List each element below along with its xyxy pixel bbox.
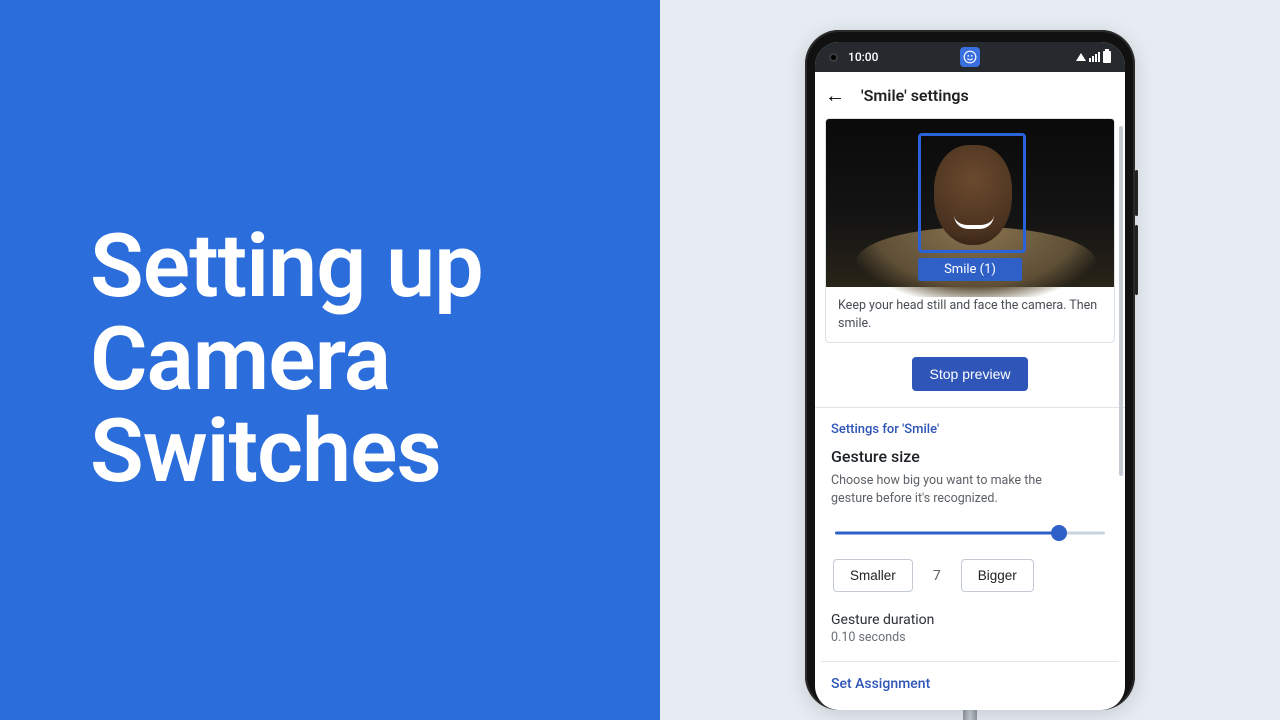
volume-button (1135, 225, 1138, 295)
gesture-size-slider[interactable] (835, 525, 1105, 541)
gesture-size-desc: Choose how big you want to make the gest… (831, 472, 1071, 507)
scrollbar[interactable] (1119, 126, 1123, 476)
settings-eyebrow: Settings for 'Smile' (831, 422, 1109, 437)
bigger-button[interactable]: Bigger (961, 559, 1034, 592)
stop-preview-button[interactable]: Stop preview (912, 357, 1029, 391)
camera-preview-card: Smile (1) Keep your head still and face … (825, 118, 1115, 343)
smaller-button[interactable]: Smaller (833, 559, 913, 592)
status-bar: 10:00 (815, 42, 1125, 72)
gesture-duration-title[interactable]: Gesture duration (831, 612, 1109, 628)
accessibility-face-icon (960, 47, 980, 67)
face-detection-box (918, 133, 1026, 253)
phone-frame: 10:00 ← 'Smile' settings (805, 30, 1135, 710)
power-button (1135, 170, 1138, 216)
hero-panel: Setting up Camera Switches (0, 0, 660, 720)
gesture-size-value: 7 (931, 568, 943, 584)
phone-screen: 10:00 ← 'Smile' settings (815, 42, 1125, 710)
hero-title: Setting up Camera Switches (90, 221, 483, 498)
back-icon[interactable]: ← (825, 85, 845, 105)
status-time: 10:00 (848, 50, 878, 64)
gesture-duration-value: 0.10 seconds (831, 630, 1109, 645)
page-title: 'Smile' settings (861, 86, 969, 105)
camera-preview: Smile (1) (826, 119, 1114, 287)
signal-icon (1089, 52, 1100, 62)
set-assignment-link[interactable]: Set Assignment (831, 662, 1109, 692)
app-bar: ← 'Smile' settings (815, 72, 1125, 118)
gesture-size-title: Gesture size (831, 447, 1109, 466)
detection-chip: Smile (1) (918, 258, 1022, 281)
slider-thumb[interactable] (1051, 525, 1067, 541)
battery-icon (1103, 51, 1111, 63)
wifi-icon (1076, 53, 1086, 61)
camera-punch-hole (829, 53, 838, 62)
device-panel: 10:00 ← 'Smile' settings (660, 0, 1280, 720)
